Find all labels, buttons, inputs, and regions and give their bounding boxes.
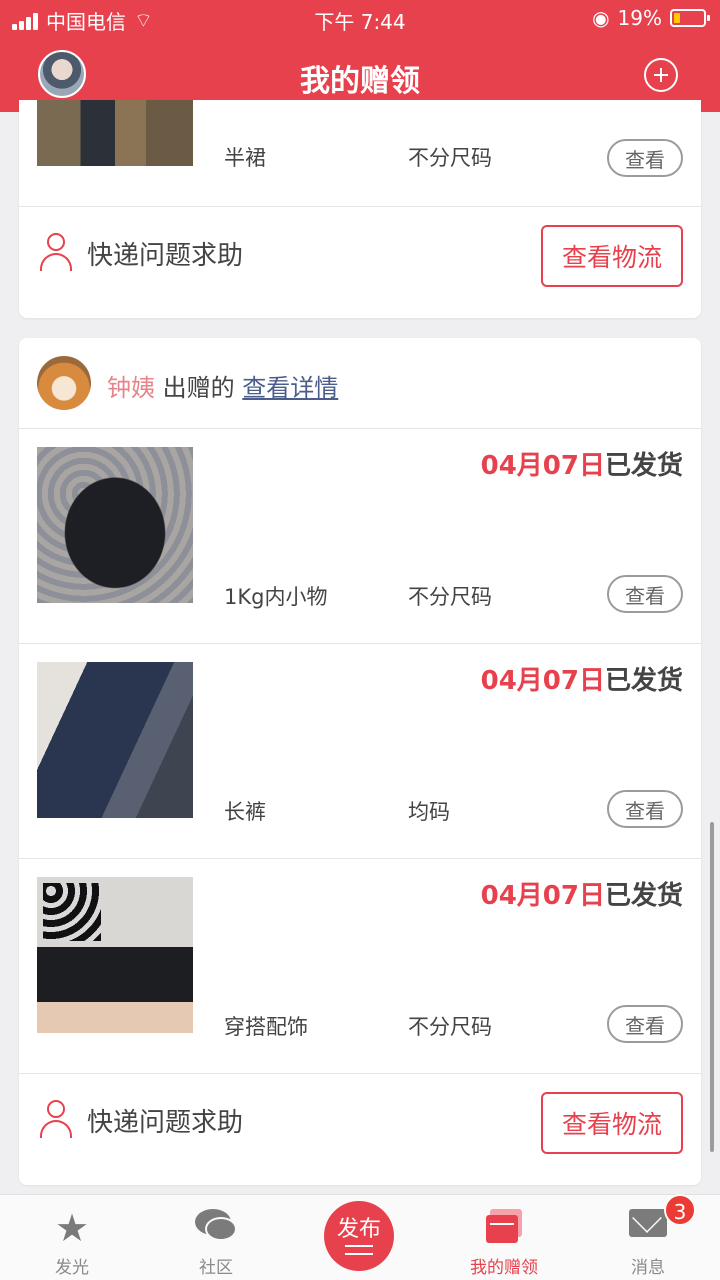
- scrollbar[interactable]: [710, 822, 714, 1152]
- ship-state: 已发货: [604, 881, 683, 911]
- giver-avatar[interactable]: [37, 356, 91, 410]
- gift-item: 04月07日已发货 长裤 均码 查看: [19, 644, 701, 858]
- view-button[interactable]: 查看: [607, 1005, 683, 1043]
- view-logistics-button[interactable]: 查看物流: [541, 225, 683, 287]
- item-category: 长裤: [224, 800, 266, 824]
- courier-help-link[interactable]: 快递问题求助: [87, 235, 243, 272]
- view-button[interactable]: 查看: [607, 575, 683, 613]
- chat-icon: [195, 1209, 237, 1243]
- item-size: 不分尺码: [408, 585, 492, 609]
- tab-my-gifts[interactable]: 我的赠领: [432, 1195, 576, 1280]
- giver-action: 出赠的: [162, 374, 235, 402]
- view-button[interactable]: 查看: [607, 790, 683, 828]
- person-icon: [39, 1100, 73, 1138]
- item-photo-cap[interactable]: [37, 877, 193, 1033]
- publish-button[interactable]: 发布: [324, 1201, 394, 1271]
- gift-item: 04月07日已发货 1Kg内小物 不分尺码 查看: [19, 429, 701, 643]
- courier-help-link[interactable]: 快递问题求助: [87, 1102, 243, 1139]
- item-size: 不分尺码: [408, 146, 492, 170]
- publish-label: 发布: [336, 1217, 381, 1242]
- tab-community[interactable]: 社区: [144, 1195, 288, 1280]
- item-size: 均码: [408, 800, 450, 824]
- tab-label: 发光: [55, 1258, 89, 1278]
- person-icon: [39, 233, 73, 271]
- tab-messages[interactable]: 消息: [576, 1195, 720, 1280]
- ship-date: 04月07日: [480, 451, 605, 481]
- gift-card-2: 钟姨 出赠的 查看详情 04月07日已发货 1Kg内小物 不分尺码 查看 04月…: [19, 338, 701, 1185]
- page-title: 我的赠领: [300, 64, 420, 99]
- view-logistics-button[interactable]: 查看物流: [541, 1092, 683, 1154]
- status-right: ◉ 19%: [592, 6, 710, 30]
- status-bar: 中国电信 ⌔ 下午 7:44 ◉ 19%: [0, 0, 720, 36]
- menu-lines-icon: [345, 1245, 373, 1255]
- tab-label: 社区: [199, 1258, 233, 1278]
- star-icon: ★: [54, 1206, 90, 1250]
- view-button[interactable]: 查看: [607, 139, 683, 177]
- battery-icon: [670, 9, 710, 27]
- mail-icon: [629, 1209, 667, 1237]
- ship-state: 已发货: [604, 451, 683, 481]
- gift-icon: [486, 1209, 522, 1243]
- tab-label: 我的赠领: [470, 1258, 538, 1278]
- item-category: 穿搭配饰: [224, 1015, 308, 1039]
- message-badge: 3: [664, 1194, 696, 1226]
- add-button[interactable]: [644, 58, 678, 92]
- gift-card-1: 半裙 不分尺码 查看 快递问题求助 查看物流: [19, 100, 701, 318]
- giver-name[interactable]: 钟姨: [107, 374, 155, 402]
- ship-status: 04月07日已发货: [481, 875, 683, 912]
- item-photo-beanie[interactable]: [37, 447, 193, 603]
- ship-status: 04月07日已发货: [481, 445, 683, 482]
- ship-date: 04月07日: [480, 666, 605, 696]
- courier-help-row: 快递问题求助 查看物流: [19, 207, 701, 317]
- ship-status: 04月07日已发货: [481, 660, 683, 697]
- item-category: 半裙: [224, 146, 266, 170]
- courier-help-row: 快递问题求助 查看物流: [19, 1074, 701, 1184]
- gift-item: 04月07日已发货 穿搭配饰 不分尺码 查看: [19, 859, 701, 1073]
- top-header: 中国电信 ⌔ 下午 7:44 ◉ 19% 我的赠领: [0, 0, 720, 112]
- tab-shine[interactable]: ★ 发光: [0, 1195, 144, 1280]
- battery-percent: 19%: [617, 6, 662, 30]
- item-category: 1Kg内小物: [224, 585, 328, 609]
- view-details-link[interactable]: 查看详情: [242, 374, 338, 402]
- ship-date: 04月07日: [480, 881, 605, 911]
- item-photo-jeans[interactable]: [37, 662, 193, 818]
- bottom-tab-bar: ★ 发光 社区 发布 我的赠领 消息: [0, 1194, 720, 1280]
- item-size: 不分尺码: [408, 1015, 492, 1039]
- giver-row: 钟姨 出赠的 查看详情: [19, 338, 701, 428]
- item-photo-skirt[interactable]: [37, 100, 193, 166]
- tab-label: 消息: [631, 1258, 665, 1278]
- giver-text: 钟姨 出赠的 查看详情: [107, 368, 338, 403]
- ship-state: 已发货: [604, 666, 683, 696]
- orientation-lock-icon: ◉: [592, 6, 610, 30]
